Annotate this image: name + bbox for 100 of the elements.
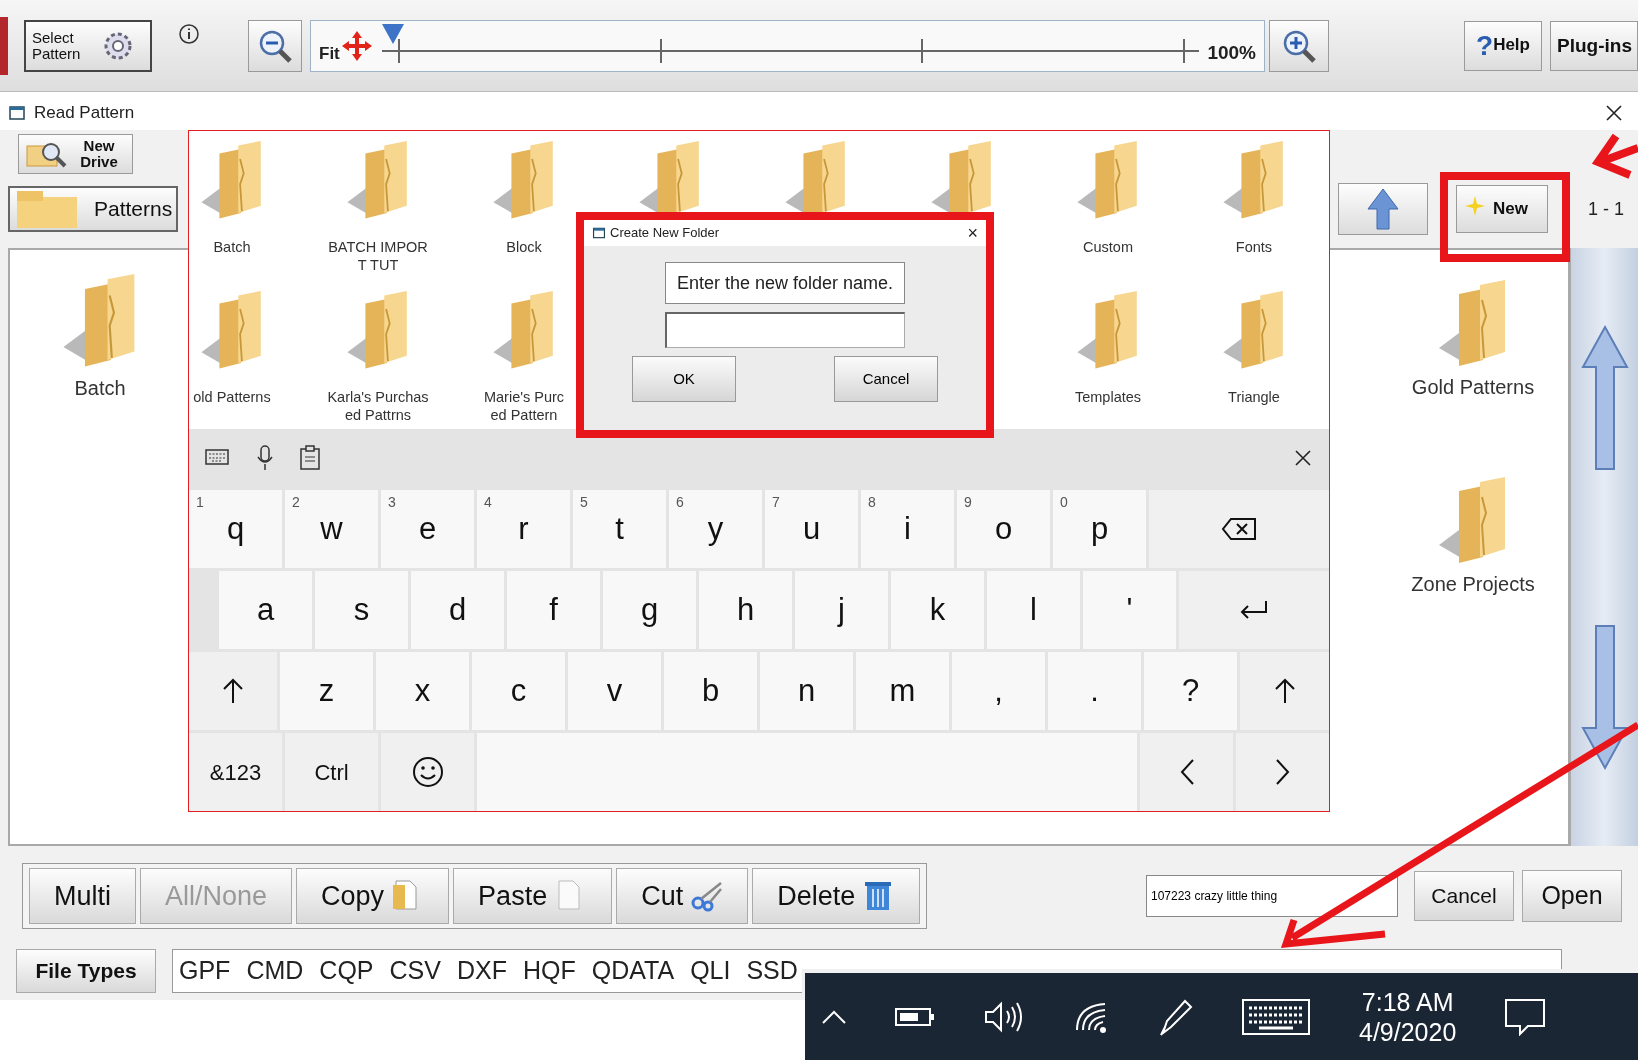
action-button[interactable]: Copy bbox=[296, 868, 450, 924]
action-button[interactable]: Delete bbox=[752, 868, 921, 924]
folder-name[interactable]: Templates bbox=[1074, 388, 1142, 407]
chevron-right-icon bbox=[1274, 758, 1291, 786]
keyboard-key[interactable]: ' bbox=[1083, 571, 1176, 649]
folder-name[interactable]: Marie's Purc ed Pattern bbox=[483, 388, 565, 425]
keyboard-key[interactable]: c bbox=[472, 652, 565, 730]
keyboard-key[interactable]: s bbox=[315, 571, 408, 649]
new-folder-button[interactable]: New bbox=[1455, 185, 1548, 233]
keyboard-key[interactable]: 8 i bbox=[861, 490, 954, 568]
enter-icon bbox=[1239, 599, 1269, 621]
cancel-button[interactable]: Cancel bbox=[1414, 871, 1514, 921]
annotation-arrow bbox=[1591, 132, 1638, 179]
shift-icon bbox=[1273, 678, 1296, 704]
close-icon[interactable] bbox=[1604, 103, 1624, 123]
zoom-in-button[interactable] bbox=[1269, 19, 1329, 72]
keyboard-key[interactable]: f bbox=[507, 571, 600, 649]
clipboard-icon[interactable] bbox=[299, 445, 321, 471]
scissors-icon bbox=[691, 879, 724, 913]
file-type-label: HQF bbox=[522, 955, 576, 986]
folder-name[interactable]: Triangle bbox=[1228, 388, 1280, 407]
ok-button[interactable]: OK bbox=[632, 356, 736, 402]
keyboard-key[interactable]: l bbox=[987, 571, 1080, 649]
notification-icon[interactable] bbox=[1504, 997, 1547, 1036]
file-type-label: CSV bbox=[389, 955, 441, 986]
keyboard-key[interactable]: g bbox=[603, 571, 696, 649]
keyboard-key[interactable]: k bbox=[891, 571, 984, 649]
folder-name[interactable]: Block bbox=[506, 238, 542, 257]
keyboard-key[interactable]: &123 bbox=[189, 733, 282, 811]
keyboard-key[interactable]: h bbox=[699, 571, 792, 649]
keyboard-key[interactable]: 2 w bbox=[285, 490, 378, 568]
battery-icon[interactable] bbox=[895, 1005, 935, 1028]
file-type-label: DXF bbox=[456, 955, 507, 986]
up-folder-button[interactable] bbox=[1337, 183, 1428, 235]
file-name-field[interactable]: 107223 crazy little thing bbox=[1146, 875, 1398, 917]
open-button[interactable]: Open bbox=[1522, 870, 1622, 922]
keyboard-key[interactable]: v bbox=[568, 652, 661, 730]
patterns-button[interactable]: Patterns bbox=[8, 186, 178, 232]
clock-time[interactable]: 7:18 AM bbox=[1361, 986, 1454, 1017]
keyboard-key[interactable]: a bbox=[219, 571, 312, 649]
file-types-button[interactable]: File Types bbox=[16, 949, 156, 993]
close-button[interactable]: × bbox=[967, 219, 978, 247]
close-icon[interactable] bbox=[1293, 448, 1313, 468]
speaker-icon[interactable] bbox=[983, 999, 1025, 1034]
shift-icon bbox=[222, 678, 244, 704]
folder-name[interactable]: Batch bbox=[213, 238, 251, 257]
keyboard-key[interactable]: 0 p bbox=[1053, 490, 1146, 568]
window-title: Read Pattern bbox=[34, 102, 135, 125]
folder-name[interactable]: Batch bbox=[74, 376, 126, 400]
scrollbar[interactable] bbox=[1570, 248, 1638, 846]
keyboard-key[interactable]: 5 t bbox=[573, 490, 666, 568]
smiley-icon bbox=[411, 756, 444, 788]
keyboard-key[interactable]: 7 u bbox=[765, 490, 858, 568]
folder-name[interactable]: Custom bbox=[1083, 238, 1133, 257]
keyboard-key[interactable]: n bbox=[760, 652, 853, 730]
keyboard-key[interactable]: Ctrl bbox=[285, 733, 378, 811]
folder-name[interactable]: Gold Patterns bbox=[1411, 376, 1535, 399]
keyboard-key[interactable]: 6 y bbox=[669, 490, 762, 568]
emoji-key[interactable] bbox=[381, 733, 474, 811]
dialog-title: Create New Folder bbox=[610, 224, 720, 243]
file-type-label: CQP bbox=[319, 955, 374, 986]
window-icon bbox=[8, 104, 26, 122]
keyboard-key[interactable]: m bbox=[856, 652, 949, 730]
clock-date[interactable]: 4/9/2020 bbox=[1359, 1016, 1457, 1047]
new-drive-button[interactable]: New Drive bbox=[18, 134, 133, 174]
file-type-label: SSD bbox=[746, 955, 798, 986]
keyboard-key[interactable]: ? bbox=[1144, 652, 1237, 730]
keyboard-key[interactable]: 9 o bbox=[957, 490, 1050, 568]
keyboard-key[interactable]: b bbox=[664, 652, 757, 730]
keyboard-key[interactable]: 4 r bbox=[477, 490, 570, 568]
keyboard-icon[interactable] bbox=[1241, 997, 1311, 1036]
up-arrow-icon bbox=[1365, 187, 1400, 231]
microphone-icon[interactable] bbox=[255, 445, 275, 471]
zoom-out-button[interactable] bbox=[248, 19, 302, 72]
folder-name[interactable]: Fonts bbox=[1235, 238, 1273, 257]
keyboard-key[interactable]: 1 q bbox=[189, 490, 282, 568]
action-button[interactable]: Paste bbox=[453, 868, 613, 924]
action-button[interactable]: Multi bbox=[29, 868, 136, 924]
action-button[interactable]: Cut bbox=[616, 868, 749, 924]
folder-name[interactable]: Zone Projects bbox=[1411, 573, 1535, 596]
keyboard-key[interactable]: j bbox=[795, 571, 888, 649]
info-icon bbox=[178, 22, 200, 45]
file-type-label: GPF bbox=[179, 955, 231, 986]
folder-name[interactable]: BATCH IMPOR T TUT bbox=[328, 238, 428, 275]
chevron-up-icon[interactable] bbox=[821, 1008, 847, 1025]
folder-name[interactable]: old Patterns bbox=[193, 388, 271, 407]
folder-name[interactable]: Karla's Purchas ed Pattrns bbox=[327, 388, 429, 425]
plug-ins-button[interactable]: Plug-ins bbox=[1550, 20, 1638, 71]
keyboard-key[interactable]: , bbox=[952, 652, 1045, 730]
file-type-label: QDATA bbox=[591, 955, 675, 986]
keyboard-key[interactable]: d bbox=[411, 571, 504, 649]
keyboard-key[interactable]: . bbox=[1048, 652, 1141, 730]
keyboard-key[interactable]: z bbox=[280, 652, 373, 730]
select-pattern-button[interactable]: Select Pattern bbox=[24, 19, 152, 72]
backspace-icon bbox=[1221, 517, 1257, 541]
folder-name-field[interactable] bbox=[665, 312, 905, 348]
keyboard-key[interactable]: x bbox=[376, 652, 469, 730]
slider-thumb[interactable] bbox=[381, 23, 404, 46]
keyboard-key[interactable]: 3 e bbox=[381, 490, 474, 568]
cancel-button[interactable]: Cancel bbox=[834, 356, 938, 402]
